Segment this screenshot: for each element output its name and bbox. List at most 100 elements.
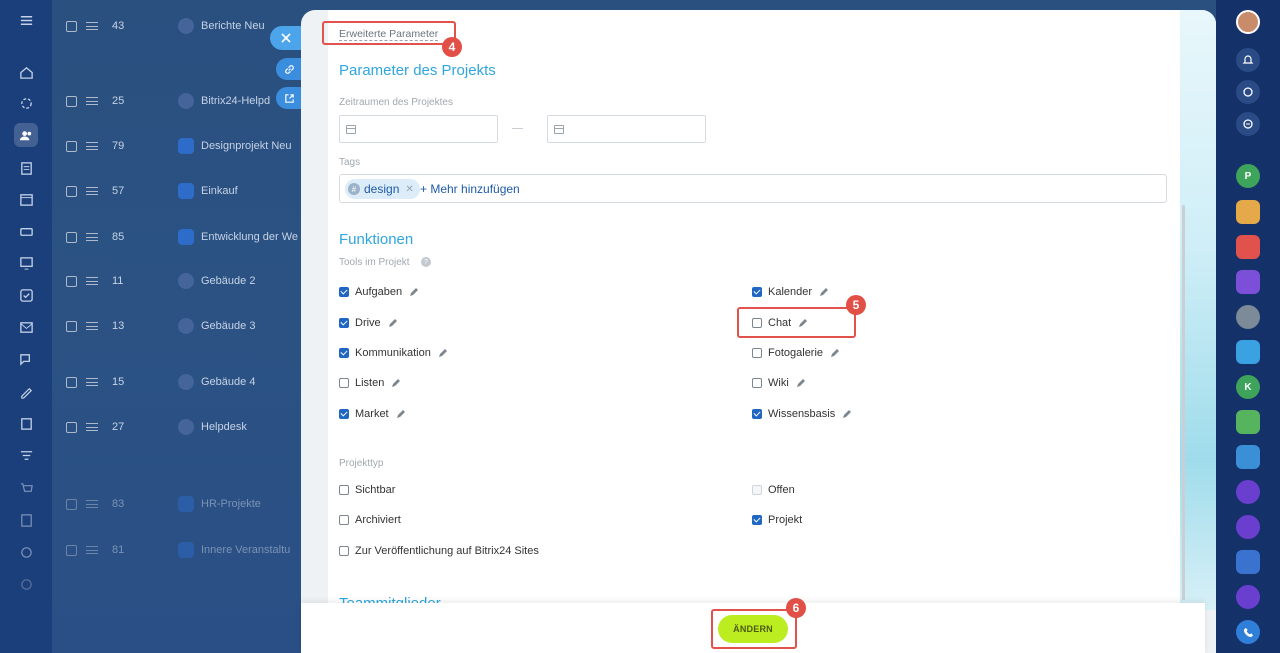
list-item[interactable]: 13 Gebäude 3 (66, 303, 306, 349)
groups-icon[interactable] (14, 123, 38, 147)
store-icon[interactable] (14, 411, 38, 435)
row-checkbox[interactable] (66, 185, 77, 197)
more-icon[interactable] (14, 572, 38, 596)
project-name[interactable]: Gebäude 3 (201, 320, 255, 332)
edit-pencil-icon[interactable] (830, 348, 840, 358)
checkbox[interactable] (339, 318, 349, 328)
approval-chat-icon[interactable] (1236, 410, 1260, 434)
tool-wissensbasis-checkbox[interactable]: Wissensbasis (752, 407, 852, 421)
checkbox[interactable] (752, 378, 762, 388)
end-date-input[interactable] (547, 115, 706, 143)
task-chat-icon[interactable] (1236, 235, 1260, 259)
edit-pencil-icon[interactable] (396, 409, 406, 419)
row-checkbox[interactable] (66, 376, 77, 388)
drag-handle-icon[interactable] (86, 277, 98, 285)
settings-icon[interactable] (14, 540, 38, 564)
drag-handle-icon[interactable] (86, 233, 98, 241)
bot-chat-icon[interactable] (1236, 480, 1260, 504)
checkbox[interactable] (752, 515, 762, 525)
activity-icon[interactable] (14, 91, 38, 115)
info-icon[interactable]: ? (421, 257, 431, 267)
contact-k-avatar[interactable]: K (1236, 375, 1260, 399)
edit-pencil-icon[interactable] (391, 378, 401, 388)
menu-icon[interactable] (14, 8, 38, 32)
add-more-tags-link[interactable]: + Mehr hinzufügen (420, 182, 520, 196)
tool-aufgaben-checkbox[interactable]: Aufgaben (339, 285, 419, 299)
chat-icon[interactable] (14, 347, 38, 371)
phone-icon[interactable] (1236, 620, 1260, 644)
row-checkbox[interactable] (66, 231, 77, 243)
contact-p-avatar[interactable]: P (1236, 164, 1260, 188)
checkbox[interactable] (339, 485, 349, 495)
list-item[interactable]: 15 Gebäude 4 (66, 359, 306, 405)
tool-fotogalerie-checkbox[interactable]: Fotogalerie (752, 346, 840, 360)
project-name[interactable]: Innere Veranstaltu (201, 544, 290, 556)
checkbox[interactable] (339, 546, 349, 556)
row-checkbox[interactable] (66, 275, 77, 287)
list-item[interactable]: 85 Entwicklung der We (66, 214, 306, 260)
copilot-icon[interactable] (1236, 80, 1260, 104)
board-icon[interactable] (14, 251, 38, 275)
tool-listen-checkbox[interactable]: Listen (339, 376, 401, 390)
drag-handle-icon[interactable] (86, 97, 98, 105)
row-checkbox[interactable] (66, 544, 77, 556)
project-name[interactable]: Gebäude 4 (201, 376, 255, 388)
edit-pencil-icon[interactable] (796, 378, 806, 388)
close-panel-button[interactable] (270, 26, 302, 50)
project-name[interactable]: Einkauf (201, 185, 238, 197)
notes-chat-icon[interactable] (1236, 270, 1260, 294)
drive-icon[interactable] (14, 219, 38, 243)
row-checkbox[interactable] (66, 498, 77, 510)
project-name[interactable]: Helpdesk (201, 421, 247, 433)
row-checkbox[interactable] (66, 320, 77, 332)
checkbox[interactable] (752, 409, 762, 419)
document-icon[interactable] (14, 508, 38, 532)
cart-icon[interactable] (14, 476, 38, 500)
checkbox[interactable] (339, 515, 349, 525)
list-item[interactable]: 83 HR-Projekte (66, 481, 306, 527)
tool-kalender-checkbox[interactable]: Kalender (752, 285, 829, 299)
edit-pencil-icon[interactable] (409, 287, 419, 297)
tool-kommunikation-checkbox[interactable]: Kommunikation (339, 346, 448, 360)
checkbox[interactable] (752, 348, 762, 358)
project-name[interactable]: Gebäude 2 (201, 275, 255, 287)
checkbox[interactable] (339, 348, 349, 358)
home-icon[interactable] (14, 60, 38, 84)
type-sites-checkbox[interactable]: Zur Veröffentlichung auf Bitrix24 Sites (339, 544, 539, 558)
edit-pencil-icon[interactable] (842, 409, 852, 419)
drag-handle-icon[interactable] (86, 142, 98, 150)
copy-link-button[interactable] (276, 58, 302, 80)
edit-pencil-icon[interactable] (819, 287, 829, 297)
type-projekt-checkbox[interactable]: Projekt (752, 513, 802, 527)
list-item[interactable]: 79 Designprojekt Neu (66, 123, 306, 169)
panel-scrollbar[interactable] (1182, 205, 1185, 600)
list-item[interactable]: 57 Einkauf (66, 168, 306, 214)
checkbox[interactable] (339, 409, 349, 419)
edit-pencil-icon[interactable] (388, 318, 398, 328)
list-item[interactable]: 25 Bitrix24-Helpd (66, 78, 306, 124)
row-checkbox[interactable] (66, 140, 77, 152)
project-name[interactable]: Bitrix24-Helpd (201, 95, 270, 107)
type-archiviert-checkbox[interactable]: Archiviert (339, 513, 401, 527)
calendar-icon[interactable] (14, 187, 38, 211)
notifications-icon[interactable] (1236, 48, 1260, 72)
drag-handle-icon[interactable] (86, 378, 98, 386)
user-avatar[interactable] (1236, 10, 1260, 34)
open-new-window-button[interactable] (276, 87, 302, 109)
tasks-icon[interactable] (14, 283, 38, 307)
start-date-input[interactable] (339, 115, 498, 143)
edit-pencil-icon[interactable] (438, 348, 448, 358)
contact-avatar[interactable] (1236, 305, 1260, 329)
bot-chat-icon-3[interactable] (1236, 585, 1260, 609)
project-name[interactable]: Designprojekt Neu (201, 140, 292, 152)
list-item[interactable]: 11 Gebäude 2 (66, 258, 306, 304)
id-card-chat-icon[interactable] (1236, 550, 1260, 574)
checkbox[interactable] (752, 287, 762, 297)
project-name[interactable]: HR-Projekte (201, 498, 261, 510)
message-chat-icon[interactable] (1236, 445, 1260, 469)
type-sichtbar-checkbox[interactable]: Sichtbar (339, 483, 395, 497)
row-checkbox[interactable] (66, 95, 77, 107)
checkbox[interactable] (339, 378, 349, 388)
tag-chip[interactable]: # design ✕ (345, 179, 420, 199)
list-item[interactable]: 81 Innere Veranstaltu (66, 527, 306, 573)
